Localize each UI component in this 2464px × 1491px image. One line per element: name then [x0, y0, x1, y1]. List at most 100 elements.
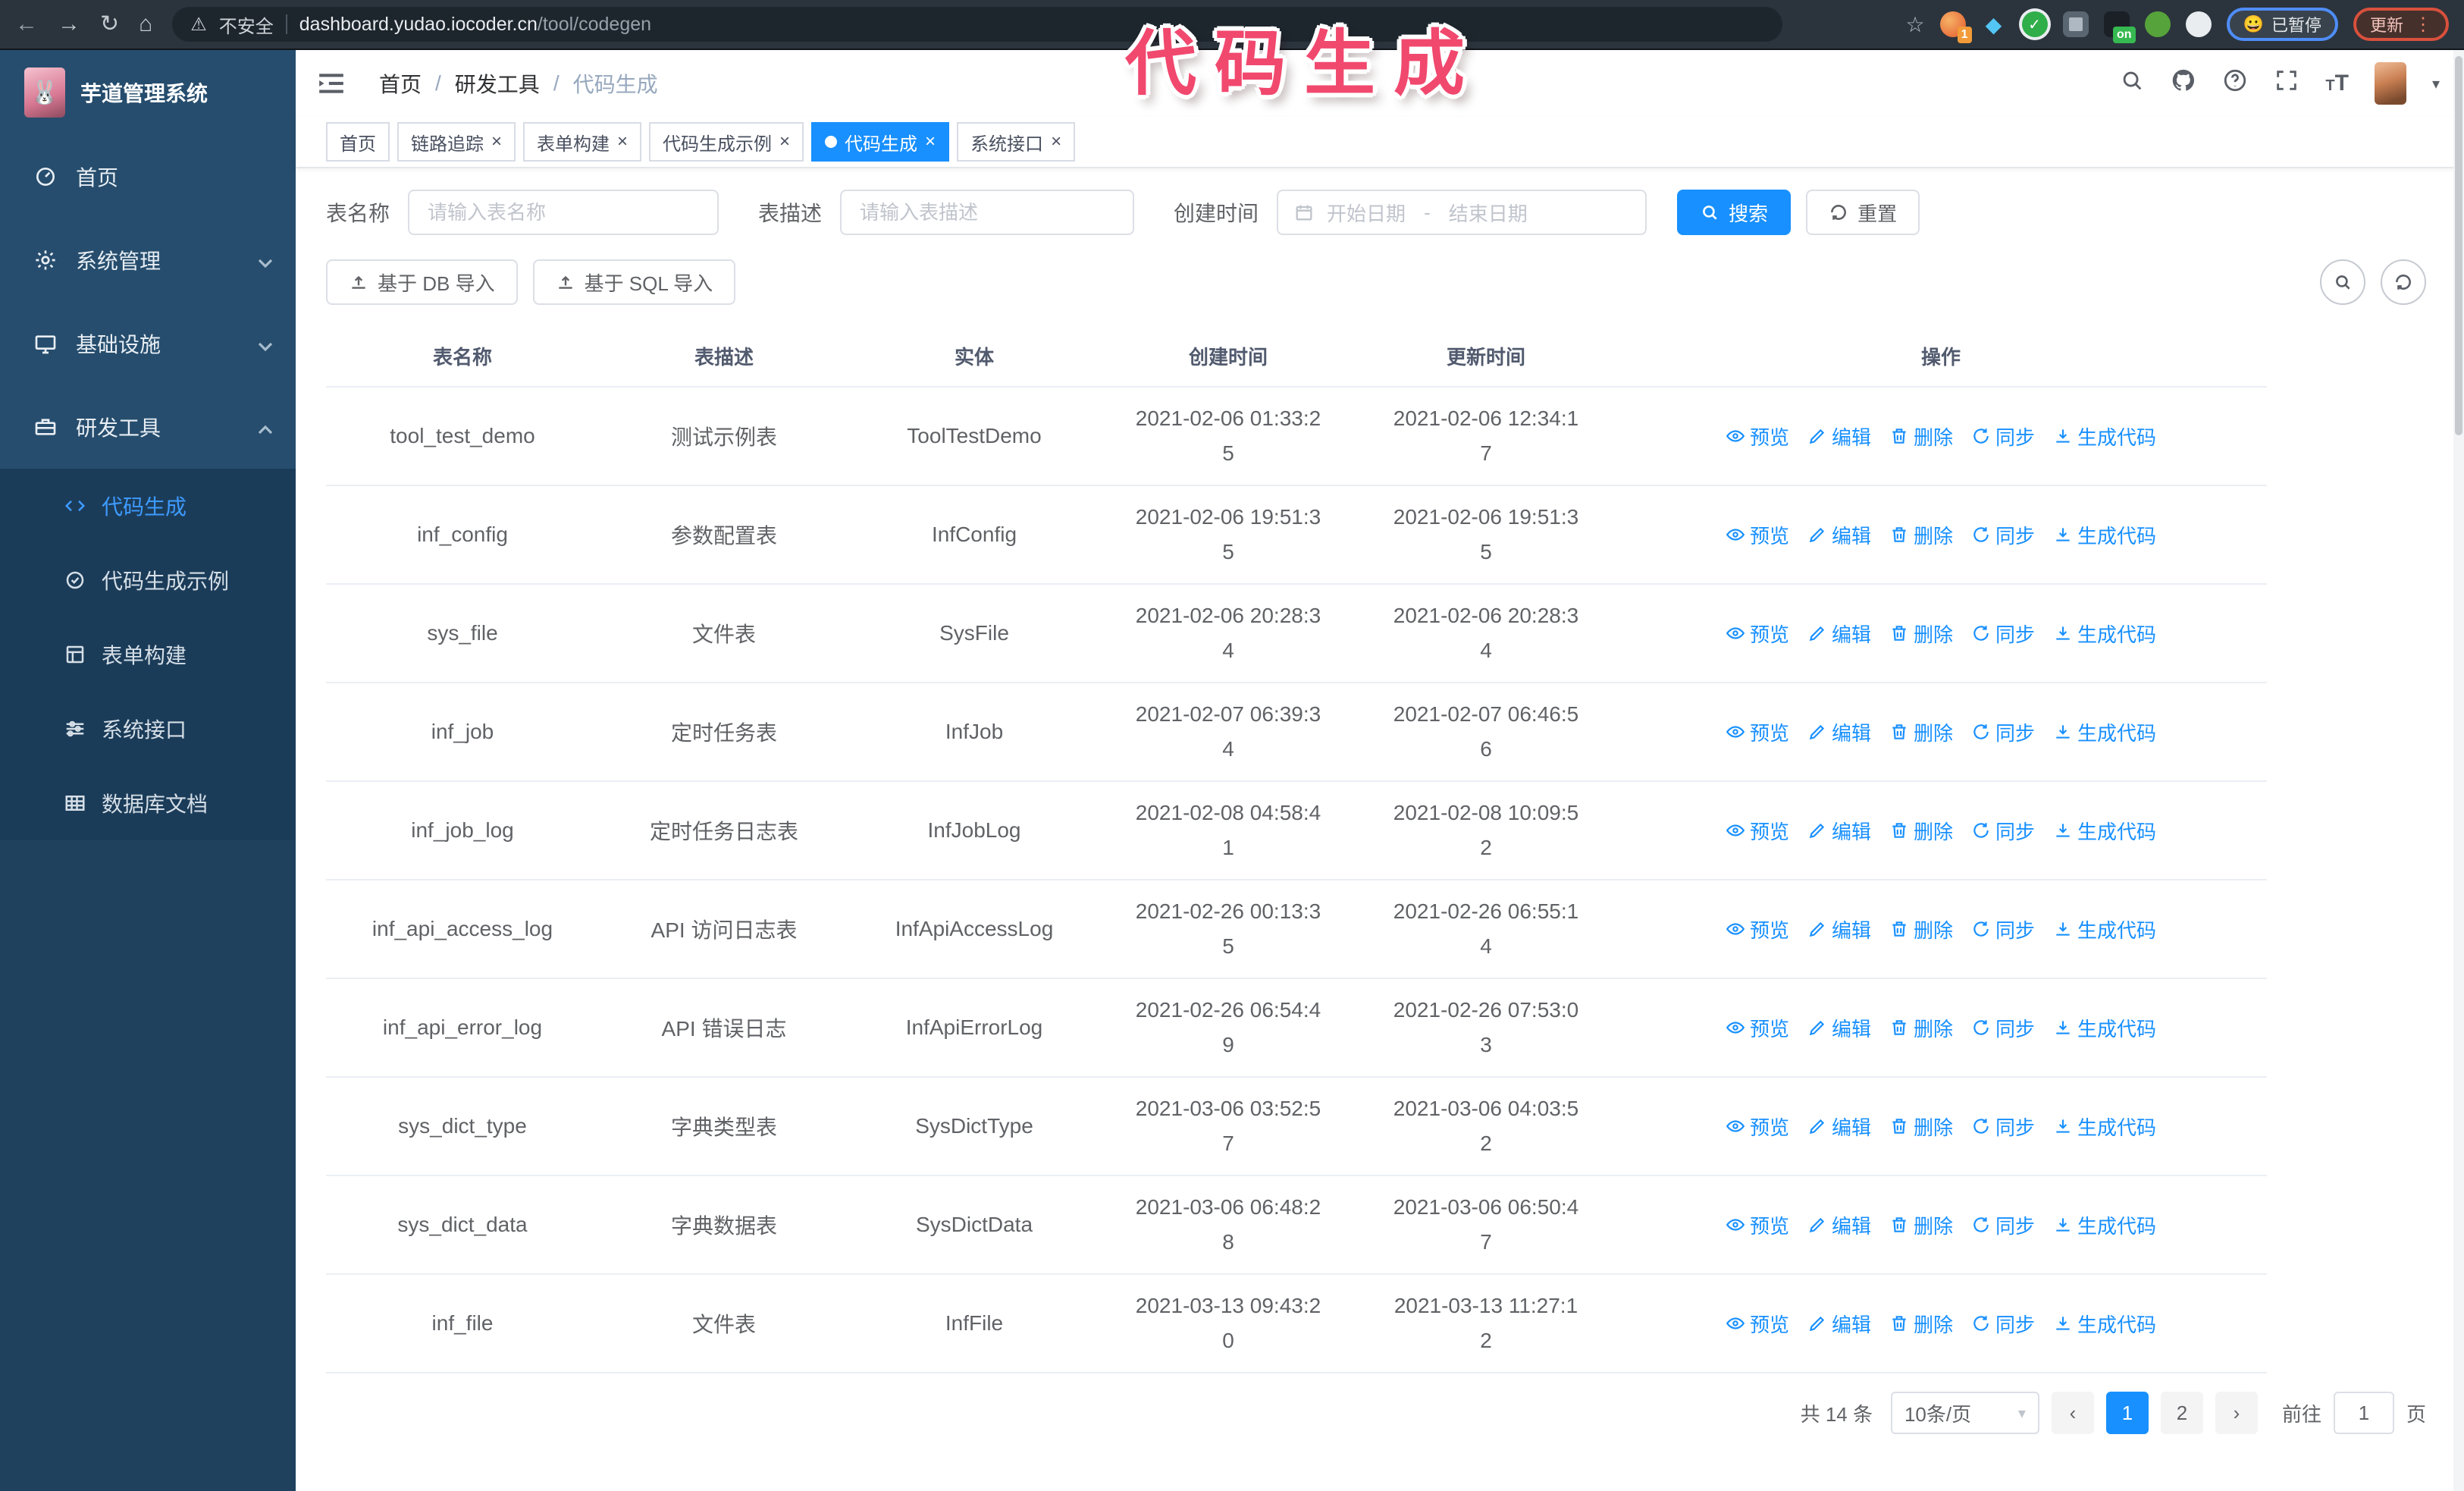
同步-link[interactable]: 同步 [1971, 1211, 2035, 1239]
生成代码-link[interactable]: 生成代码 [2053, 1113, 2156, 1141]
sidebar-item-基础设施[interactable]: 基础设施 [0, 302, 296, 385]
编辑-link[interactable]: 编辑 [1807, 620, 1871, 648]
page-button-2[interactable]: 2 [2160, 1392, 2203, 1434]
生成代码-link[interactable]: 生成代码 [2053, 817, 2156, 845]
编辑-link[interactable]: 编辑 [1807, 422, 1871, 450]
breadcrumb-item-研发工具[interactable]: 研发工具 [455, 68, 540, 99]
extension-orange-icon[interactable]: 1 [1939, 11, 1972, 43]
删除-link[interactable]: 删除 [1889, 817, 1953, 845]
生成代码-link[interactable]: 生成代码 [2053, 718, 2156, 746]
tab-代码生成示例[interactable]: 代码生成示例 × [649, 122, 804, 162]
编辑-link[interactable]: 编辑 [1807, 1310, 1871, 1338]
sidebar-item-系统管理[interactable]: 系统管理 [0, 218, 296, 302]
reset-button[interactable]: 重置 [1806, 190, 1920, 235]
close-icon[interactable]: × [1051, 133, 1061, 151]
github-icon[interactable] [2171, 67, 2196, 99]
close-icon[interactable]: × [617, 133, 628, 151]
prev-page-button[interactable]: ‹ [2051, 1392, 2094, 1434]
删除-link[interactable]: 删除 [1889, 521, 1953, 549]
page-size-select[interactable]: 10条/页 ▾ [1890, 1392, 2039, 1434]
生成代码-link[interactable]: 生成代码 [2053, 521, 2156, 549]
browser-back-icon[interactable]: ← [15, 13, 38, 36]
预览-link[interactable]: 预览 [1726, 1014, 1789, 1042]
编辑-link[interactable]: 编辑 [1807, 1113, 1871, 1141]
编辑-link[interactable]: 编辑 [1807, 915, 1871, 943]
生成代码-link[interactable]: 生成代码 [2053, 1310, 2156, 1338]
生成代码-link[interactable]: 生成代码 [2053, 915, 2156, 943]
extension-panel-icon[interactable] [2062, 11, 2089, 37]
编辑-link[interactable]: 编辑 [1807, 521, 1871, 549]
close-icon[interactable]: × [491, 133, 502, 151]
编辑-link[interactable]: 编辑 [1807, 718, 1871, 746]
search-button[interactable]: 搜索 [1677, 190, 1792, 235]
预览-link[interactable]: 预览 [1726, 620, 1789, 648]
同步-link[interactable]: 同步 [1971, 620, 2035, 648]
page-scrollbar[interactable] [2453, 50, 2464, 1491]
同步-link[interactable]: 同步 [1971, 718, 2035, 746]
sidebar-subitem-数据库文档[interactable]: 数据库文档 [0, 766, 296, 840]
extension-switch-icon[interactable]: on [2103, 11, 2136, 43]
同步-link[interactable]: 同步 [1971, 817, 2035, 845]
同步-link[interactable]: 同步 [1971, 915, 2035, 943]
page-button-1[interactable]: 1 [2105, 1392, 2149, 1434]
extensions-puzzle-icon[interactable] [2185, 11, 2212, 37]
tab-链路追踪[interactable]: 链路追踪 × [397, 122, 516, 162]
生成代码-link[interactable]: 生成代码 [2053, 422, 2156, 450]
font-size-icon[interactable]: TT [2325, 71, 2349, 96]
生成代码-link[interactable]: 生成代码 [2053, 1014, 2156, 1042]
编辑-link[interactable]: 编辑 [1807, 817, 1871, 845]
browser-reload-icon[interactable]: ↻ [100, 13, 119, 36]
extension-gem-icon[interactable]: ◆ [1981, 11, 2007, 37]
browser-home-icon[interactable]: ⌂ [139, 13, 152, 36]
browser-menu-dots-icon[interactable]: ⋮ [2414, 14, 2432, 36]
table-name-input[interactable] [408, 190, 719, 235]
编辑-link[interactable]: 编辑 [1807, 1014, 1871, 1042]
browser-forward-icon[interactable]: → [58, 13, 80, 36]
预览-link[interactable]: 预览 [1726, 718, 1789, 746]
生成代码-link[interactable]: 生成代码 [2053, 1211, 2156, 1239]
import-db-button[interactable]: 基于 DB 导入 [326, 259, 518, 305]
sidebar-collapse-icon[interactable] [317, 69, 346, 98]
bookmark-star-icon[interactable]: ☆ [1905, 12, 1924, 37]
同步-link[interactable]: 同步 [1971, 1113, 2035, 1141]
tab-表单构建[interactable]: 表单构建 × [523, 122, 642, 162]
同步-link[interactable]: 同步 [1971, 422, 2035, 450]
删除-link[interactable]: 删除 [1889, 1113, 1953, 1141]
sidebar-subitem-代码生成示例[interactable]: 代码生成示例 [0, 543, 296, 617]
extension-paused-badge[interactable]: 😀 已暂停 [2226, 8, 2338, 41]
预览-link[interactable]: 预览 [1726, 422, 1789, 450]
预览-link[interactable]: 预览 [1726, 521, 1789, 549]
删除-link[interactable]: 删除 [1889, 422, 1953, 450]
删除-link[interactable]: 删除 [1889, 620, 1953, 648]
fullscreen-icon[interactable] [2274, 67, 2299, 99]
breadcrumb-item-首页[interactable]: 首页 [379, 68, 422, 99]
extension-check-icon[interactable]: ✓ [2021, 11, 2048, 37]
header-search-icon[interactable] [2119, 67, 2145, 99]
extension-monkey-icon[interactable] [2144, 11, 2171, 37]
sidebar-subitem-表单构建[interactable]: 表单构建 [0, 617, 296, 692]
refresh-table-button[interactable] [2381, 259, 2426, 305]
预览-link[interactable]: 预览 [1726, 915, 1789, 943]
删除-link[interactable]: 删除 [1889, 718, 1953, 746]
close-icon[interactable]: × [779, 133, 790, 151]
jump-page-input[interactable] [2333, 1392, 2394, 1434]
删除-link[interactable]: 删除 [1889, 1014, 1953, 1042]
toggle-search-button[interactable] [2320, 259, 2365, 305]
生成代码-link[interactable]: 生成代码 [2053, 620, 2156, 648]
同步-link[interactable]: 同步 [1971, 1310, 2035, 1338]
同步-link[interactable]: 同步 [1971, 1014, 2035, 1042]
tab-首页[interactable]: 首页 [326, 122, 390, 162]
预览-link[interactable]: 预览 [1726, 1211, 1789, 1239]
user-menu-caret-icon[interactable]: ▾ [2432, 74, 2440, 93]
删除-link[interactable]: 删除 [1889, 1211, 1953, 1239]
编辑-link[interactable]: 编辑 [1807, 1211, 1871, 1239]
tab-代码生成[interactable]: 代码生成 × [811, 122, 950, 162]
next-page-button[interactable]: › [2215, 1392, 2258, 1434]
close-icon[interactable]: × [925, 133, 936, 151]
table-desc-input[interactable] [840, 190, 1135, 235]
同步-link[interactable]: 同步 [1971, 521, 2035, 549]
预览-link[interactable]: 预览 [1726, 1113, 1789, 1141]
sidebar-item-研发工具[interactable]: 研发工具 [0, 385, 296, 469]
sidebar-subitem-系统接口[interactable]: 系统接口 [0, 692, 296, 766]
删除-link[interactable]: 删除 [1889, 915, 1953, 943]
